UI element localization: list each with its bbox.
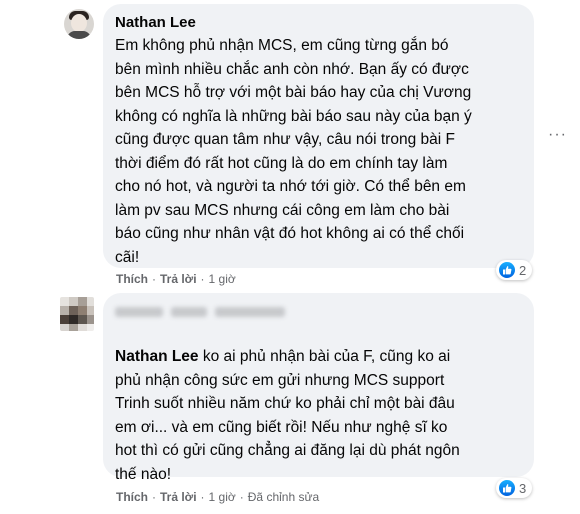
- comment-text: Em không phủ nhận MCS, em cũng từng gắn …: [115, 37, 472, 266]
- reaction-count: 3: [519, 480, 527, 496]
- reaction-summary[interactable]: 2: [496, 260, 533, 280]
- like-button[interactable]: Thích: [116, 490, 148, 504]
- comment-author[interactable]: Nathan Lee: [115, 14, 196, 32]
- comment-body: ko ai phủ nhận bài của F, cũng ko ai phủ…: [115, 348, 460, 483]
- like-button[interactable]: Thích: [116, 272, 148, 286]
- like-reaction-icon: [499, 262, 515, 278]
- reaction-count: 2: [519, 262, 527, 278]
- comment-timestamp[interactable]: 1 giờ: [209, 490, 236, 504]
- comment-timestamp[interactable]: 1 giờ: [209, 272, 236, 286]
- blurred-avatar[interactable]: [60, 297, 94, 331]
- mention-link[interactable]: Nathan Lee: [115, 348, 199, 365]
- comment-actions: Thích · Trả lời · 1 giờ: [116, 272, 236, 286]
- comment-text: Nathan Lee ko ai phủ nhận bài của F, cũn…: [115, 345, 525, 486]
- edited-label[interactable]: Đã chỉnh sửa: [248, 490, 319, 504]
- reaction-summary[interactable]: 3: [496, 478, 533, 498]
- comment-actions: Thích · Trả lời · 1 giờ · Đã chỉnh sửa: [116, 490, 320, 504]
- blurred-author-name[interactable]: [115, 301, 285, 321]
- avatar[interactable]: [64, 9, 94, 39]
- reply-button[interactable]: Trả lời: [160, 490, 197, 504]
- reply-button[interactable]: Trả lời: [160, 272, 197, 286]
- more-options-icon[interactable]: ···: [548, 126, 567, 144]
- like-reaction-icon: [499, 480, 515, 496]
